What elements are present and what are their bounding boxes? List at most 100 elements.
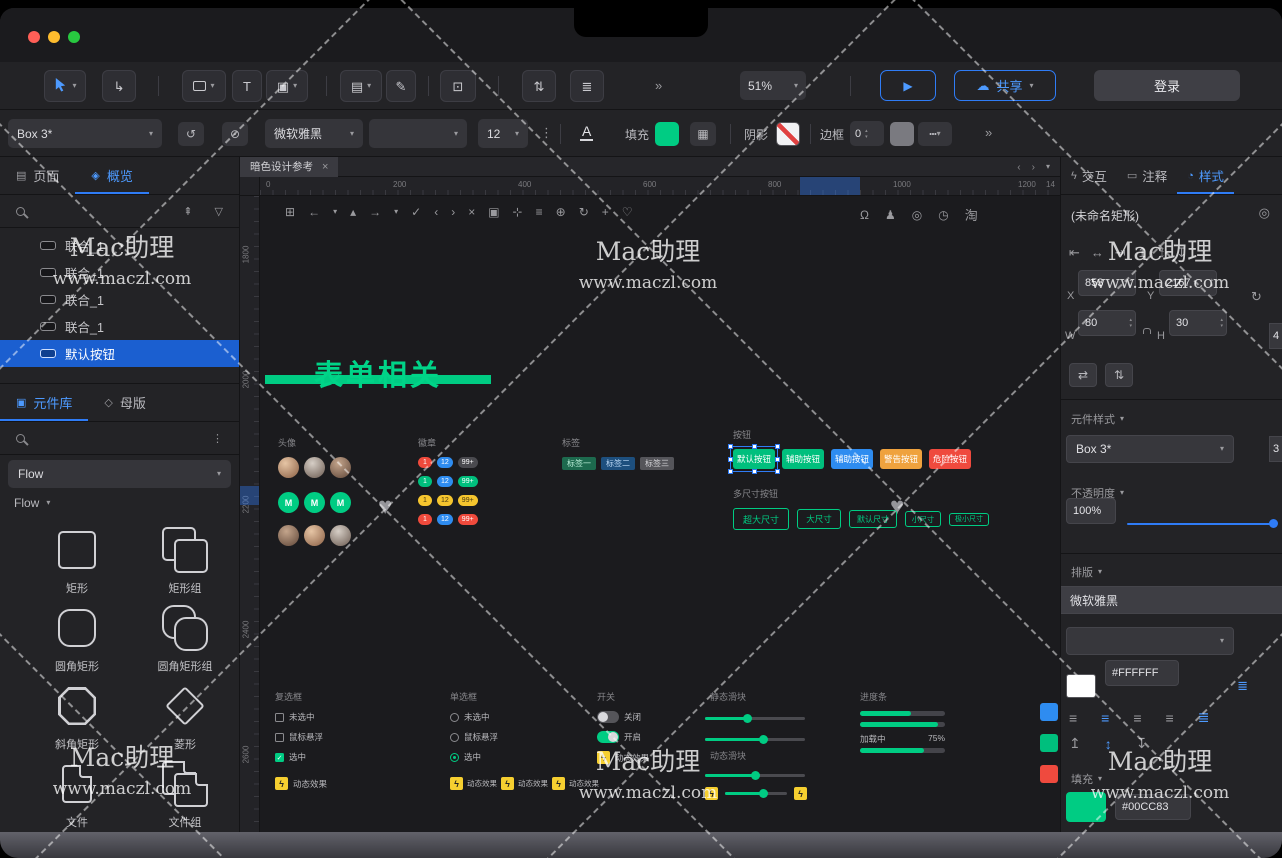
font-size-select[interactable]: 12 ▾ xyxy=(478,119,528,148)
avatar[interactable] xyxy=(304,525,325,546)
rectangle-tool-button[interactable]: ▾ xyxy=(182,70,226,102)
x-input[interactable]: 853▴▾ xyxy=(1078,270,1136,296)
widget-style-section-header[interactable]: 元件样式 ▾ xyxy=(1071,411,1124,427)
taobao-icon[interactable]: 淘 xyxy=(965,205,978,224)
lightning-icon[interactable]: ϟ xyxy=(705,787,718,800)
line-spacing-icon[interactable]: ≣ xyxy=(1237,678,1248,694)
preview-eye-icon[interactable]: ◎ xyxy=(912,208,922,222)
radio[interactable] xyxy=(450,733,459,742)
up-icon[interactable]: ▴ xyxy=(350,205,356,219)
hand-tool-icon[interactable]: ⊹ xyxy=(513,205,523,219)
heart-icon[interactable]: ♥ xyxy=(378,493,392,521)
text-tool-button[interactable]: T xyxy=(232,70,262,102)
avatar[interactable] xyxy=(330,457,351,478)
checkbox[interactable] xyxy=(275,733,284,742)
tag[interactable]: 标签三 xyxy=(640,457,674,470)
chevron-down-icon[interactable]: ▾ xyxy=(394,208,398,216)
tab-nav-right-icon[interactable]: › xyxy=(1032,162,1035,173)
clipped-color-swatch[interactable] xyxy=(1040,765,1058,783)
canvas-heading[interactable]: 表单相关 xyxy=(265,352,491,394)
tab-library[interactable]: ▣ 元件库 xyxy=(0,384,88,421)
tab-style[interactable]: ◔ 样式 xyxy=(1177,157,1234,194)
collapse-all-icon[interactable]: ⇞ xyxy=(183,205,192,218)
align-center-icon[interactable]: ↔ xyxy=(1091,245,1104,261)
text-align-extra-icon[interactable]: ≣ xyxy=(1198,709,1210,726)
lightning-icon[interactable]: ϟ xyxy=(794,787,807,800)
badge[interactable]: 99+ xyxy=(458,495,478,506)
y-input[interactable]: 2167▴▾ xyxy=(1159,270,1217,296)
font-color-swatch[interactable] xyxy=(1066,674,1096,698)
component-file-group[interactable]: 文件组 xyxy=(130,758,240,830)
font-family-select[interactable]: 微软雅黑 xyxy=(1061,586,1282,614)
lightning-icon[interactable]: ϟ xyxy=(597,751,610,764)
tag[interactable]: 标签一 xyxy=(562,457,596,470)
avatar[interactable] xyxy=(330,525,351,546)
tab-masters[interactable]: ◇ 母版 xyxy=(88,384,161,421)
close-icon[interactable]: × xyxy=(468,205,475,219)
login-button[interactable]: 登录 xyxy=(1094,70,1240,101)
document-tab[interactable]: 暗色设计参考 × xyxy=(240,157,338,177)
undo-icon[interactable]: ← xyxy=(308,205,320,219)
badge[interactable]: 12 xyxy=(437,514,453,525)
valign-middle-icon[interactable]: ↕ xyxy=(1105,736,1112,752)
opacity-slider[interactable] xyxy=(1127,523,1276,525)
avatar[interactable] xyxy=(278,457,299,478)
canvas-default-button[interactable]: 默认按钮 xyxy=(733,449,775,469)
tab-pages[interactable]: ▤ 页面 xyxy=(0,157,75,194)
canvas-warning-button[interactable]: 警告按钮 xyxy=(880,449,922,469)
crop-tool-button[interactable]: ⊡ xyxy=(440,70,476,102)
library-select[interactable]: Flow ▾ xyxy=(8,460,231,488)
clipped-color-swatch[interactable] xyxy=(1040,703,1058,721)
stepper-icons[interactable]: ▴▾ xyxy=(865,128,868,140)
search-icon[interactable] xyxy=(16,434,25,443)
border-style-button[interactable]: ┅ ▾ xyxy=(918,122,952,146)
tab-overview[interactable]: ◈ 概览 xyxy=(75,157,148,194)
tab-nav-left-icon[interactable]: ‹ xyxy=(1017,162,1020,173)
text-color-button[interactable]: A xyxy=(580,123,593,141)
slider[interactable] xyxy=(725,792,787,795)
zoom-select[interactable]: 51% ▾ xyxy=(740,71,806,100)
canvas-secondary-button[interactable]: 辅助按钮 xyxy=(782,449,824,469)
slider[interactable] xyxy=(705,774,805,777)
chevron-down-icon[interactable]: ▾ xyxy=(333,208,337,216)
badge[interactable]: 12 xyxy=(437,476,453,487)
align-bottom-icon[interactable]: ↧ xyxy=(1176,245,1187,261)
component-rounded-rectangle-group[interactable]: 圆角矩形组 xyxy=(130,602,240,674)
tree-item[interactable]: 联合_1 xyxy=(0,259,239,286)
add-icon[interactable]: + xyxy=(602,205,609,219)
toggle-off[interactable] xyxy=(597,711,619,723)
tree-item[interactable]: 联合_1 xyxy=(0,286,239,313)
canvas-size-button[interactable]: 极小尺寸 xyxy=(949,513,989,526)
font-weight-select[interactable]: ▾ xyxy=(1066,627,1234,655)
fill-image-button[interactable]: ▦ xyxy=(690,122,716,146)
grid-icon[interactable]: ⊞ xyxy=(285,205,295,219)
text-align-center-icon[interactable]: ≡ xyxy=(1101,710,1109,726)
font-family-select[interactable]: 微软雅黑 ▾ xyxy=(265,119,363,148)
connector-tool-button[interactable]: ↳ xyxy=(102,70,136,102)
badge[interactable]: 99+ xyxy=(458,514,478,525)
close-window-button[interactable] xyxy=(28,31,40,43)
pen-tool-button[interactable]: ✎ xyxy=(386,70,416,102)
widget-style-select[interactable]: Box 3* ▾ xyxy=(1066,435,1234,463)
typeset-tool-button[interactable]: ≣ xyxy=(570,70,604,102)
stepper-icons[interactable]: ▴▾ xyxy=(1220,317,1223,329)
favorite-icon[interactable]: ♡ xyxy=(622,205,633,219)
lightning-icon[interactable]: ϟ xyxy=(501,777,514,790)
stepper-icons[interactable]: ▴▾ xyxy=(1129,277,1132,289)
h-input[interactable]: 30▴▾ xyxy=(1169,310,1227,336)
history-clock-icon[interactable]: ◷ xyxy=(938,208,948,222)
tree-item-selected[interactable]: 默认按钮 xyxy=(0,340,239,367)
canvas-size-button[interactable]: 默认尺寸 xyxy=(849,510,897,528)
slider[interactable] xyxy=(705,717,805,720)
canvas-size-button[interactable]: 小尺寸 xyxy=(905,511,941,527)
border-width-input[interactable]: 0 ▴▾ xyxy=(850,121,884,146)
selection-handle[interactable] xyxy=(775,457,780,462)
library-group-header[interactable]: Flow ▾ xyxy=(14,496,239,510)
align-left-icon[interactable]: ⇤ xyxy=(1069,245,1080,261)
component-diamond[interactable]: 菱形 xyxy=(130,680,240,752)
selection-handle[interactable] xyxy=(728,457,733,462)
collaborators-icon[interactable]: ♟ xyxy=(885,208,896,222)
fill-color-swatch[interactable] xyxy=(1066,792,1106,822)
typography-section-header[interactable]: 排版 ▾ xyxy=(1071,564,1102,580)
badge[interactable]: 99+ xyxy=(458,457,478,468)
